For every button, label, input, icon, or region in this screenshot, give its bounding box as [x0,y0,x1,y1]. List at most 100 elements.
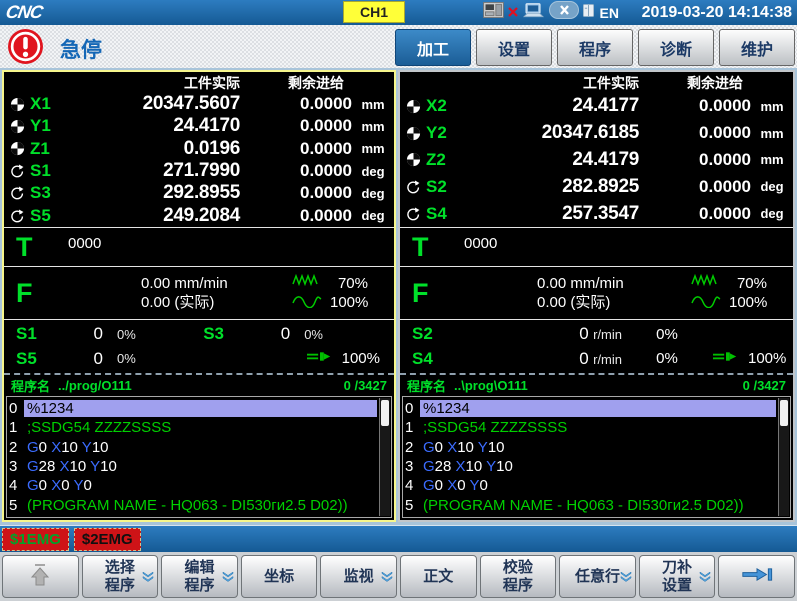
program-position: 0 /3427 [344,378,387,393]
feed-programmed: 0.00 mm/min [141,274,284,293]
select-program-button[interactable]: 选择程序 [82,555,159,598]
override-pcts: 70% 100% [330,274,394,312]
program-line-0[interactable]: 0%1234 [9,399,377,418]
spindle-override-icon [712,350,740,367]
spindle-override-pct: 100% [342,350,380,367]
program-line-3[interactable]: 3G28 X10 Y10 [9,457,377,476]
axis-label: Z2 [426,150,470,170]
channel-tab[interactable]: CH1 [343,1,405,23]
program-line-5[interactable]: 5(PROGRAM NAME - HQ063 - DI530ги2.5 D02)… [405,496,776,515]
axis-label: Z1 [30,139,74,159]
feed-section: F 0.00 mm/min 0.00 (实际) 70% 100% [400,266,793,319]
language-label[interactable]: EN [598,5,619,21]
line-code: G0 X0 Y0 [420,477,776,494]
monitor-button[interactable]: 监视 [320,555,397,598]
line-number: 5 [405,497,420,514]
scrollbar-thumb[interactable] [381,400,389,426]
top-bar: CNC CH1 EN 2019-03-20 14:14:38 [0,0,797,25]
axis-label: Y1 [30,116,74,136]
verify-program-button[interactable]: 校验程序 [480,555,557,598]
line-number: 3 [9,458,24,475]
axis-actual-value: 282.8925 [470,176,639,198]
override-pcts: 70% 100% [729,274,793,312]
feed-label: F [400,278,452,309]
axis-remain-value: 0.0000 [639,123,751,143]
listing-scrollbar[interactable] [778,398,789,516]
line-code: G28 X10 Y10 [24,458,377,475]
line-code: G0 X10 Y10 [420,439,776,456]
chevron-down-icon [222,572,234,582]
axis-actual-value: 257.3547 [470,203,639,225]
nav-up-button[interactable] [2,555,79,598]
datetime: 2019-03-20 14:14:38 [642,0,792,25]
arbitrary-line-button[interactable]: 任意行 [559,555,636,598]
axis-label: S2 [426,177,470,197]
tool-comp-button[interactable]: 刀补设置 [639,555,716,598]
cnc-hmi-screen: CNC CH1 EN 2019-03-20 14:14:38 急停 加工设置程序… [0,0,797,601]
tool-label: T [4,232,56,263]
feed-override-icon [292,295,322,313]
next-page-button[interactable] [718,555,795,598]
scrollbar-thumb[interactable] [780,400,788,426]
line-code: %1234 [24,400,377,417]
rapid-override-icon [691,273,721,291]
program-line-1[interactable]: 1;SSDG54 ZZZZSSSS [9,418,377,437]
program-listing: 0%12341;SSDG54 ZZZZSSSS2G0 X10 Y103G28 X… [6,396,392,518]
softkey-label: 正文 [423,568,453,585]
brand-logo: CNC [0,2,44,23]
program-line-1[interactable]: 1;SSDG54 ZZZZSSSS [405,418,776,437]
axis-remain-value: 0.0000 [240,206,352,226]
program-name-label: 程序名 [407,376,446,395]
program-name-label: 程序名 [11,376,50,395]
axis-remain-value: 0.0000 [240,161,352,181]
topbar-status-icons: EN [483,0,619,25]
tab-diagnosis[interactable]: 诊断 [638,29,714,66]
softkey-label: 任意行 [575,568,620,585]
softkey-label: 编辑程序 [184,559,214,594]
axis-label: X1 [30,94,74,114]
listing-scrollbar[interactable] [379,398,390,516]
program-line-0[interactable]: 0%1234 [405,399,776,418]
channel-panel-ch2: 工件实际 剩余进给 X224.41770.0000mmY220347.61850… [398,70,795,522]
tab-settings[interactable]: 设置 [476,29,552,66]
position-icon [10,141,25,156]
program-line-4[interactable]: 4G0 X0 Y0 [9,476,377,495]
axis-row-Y1: Y124.41700.0000mm [4,115,394,137]
axis-remain-value: 0.0000 [240,139,352,159]
axis-unit: deg [352,208,394,223]
axis-actual-value: 20347.5607 [74,93,240,115]
tab-bar: 加工设置程序诊断维护 [395,29,795,66]
main-area: 工件实际 剩余进给 X120347.56070.0000mmY124.41700… [0,68,797,525]
axis-unit: mm [352,97,394,112]
tool-section: T 0000 [400,227,793,266]
close-icon[interactable] [549,1,579,24]
coordinates-button[interactable]: 坐标 [241,555,318,598]
tab-machining[interactable]: 加工 [395,29,471,66]
axis-unit: mm [352,119,394,134]
axis-unit: deg [751,206,793,221]
program-line-5[interactable]: 5(PROGRAM NAME - HQ063 - DI530ги2.5 D02)… [9,496,377,515]
tab-maintenance[interactable]: 维护 [719,29,795,66]
line-number: 1 [9,419,24,436]
chevron-down-icon [699,572,711,582]
axis-row-S2: S2282.89250.0000deg [400,173,793,200]
program-line-2[interactable]: 2G0 X10 Y10 [9,438,377,457]
alarm-label: 急停 [60,34,102,64]
program-line-4[interactable]: 4G0 X0 Y0 [405,476,776,495]
axis-row-Z2: Z224.41790.0000mm [400,147,793,174]
program-line-2[interactable]: 2G0 X10 Y10 [405,438,776,457]
language-icon[interactable] [583,4,594,22]
edit-program-button[interactable]: 编辑程序 [161,555,238,598]
axis-label: S5 [30,206,74,226]
axis-rows: X224.41770.0000mmY220347.61850.0000mmZ22… [400,93,793,227]
axis-row-Y2: Y220347.61850.0000mm [400,120,793,147]
status-bar: $1EMG$2EMG [0,525,797,552]
axis-actual-value: 24.4177 [470,95,639,117]
rapid-override-pct: 70% [729,274,767,293]
line-code: G0 X0 Y0 [24,477,377,494]
tab-program[interactable]: 程序 [557,29,633,66]
program-line-3[interactable]: 3G28 X10 Y10 [405,457,776,476]
spindle-override: 100% [191,347,394,372]
text-button[interactable]: 正文 [400,555,477,598]
rotation-icon [406,207,420,221]
